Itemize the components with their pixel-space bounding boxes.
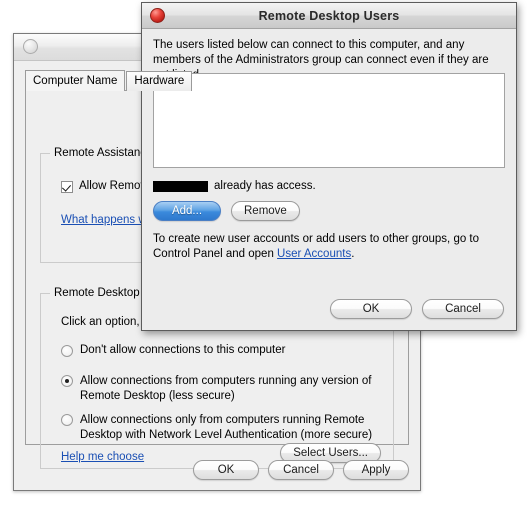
- remote-desktop-users-dialog: Remote Desktop Users The users listed be…: [141, 2, 517, 331]
- dialog-body: The users listed below can connect to th…: [142, 29, 516, 331]
- dialog-footer-buttons: OK Cancel: [330, 299, 504, 319]
- radio-label-nla: Allow connections only from computers ru…: [80, 414, 373, 441]
- access-note: already has access.: [153, 179, 316, 194]
- help-me-choose-link[interactable]: Help me choose: [61, 451, 144, 463]
- close-icon-inactive[interactable]: [23, 39, 38, 54]
- create-accounts-text-after: .: [351, 248, 355, 260]
- dialog-cancel-button[interactable]: Cancel: [422, 299, 504, 319]
- radio-label-any-version: Allow connections from computers running…: [80, 375, 372, 402]
- tab-hardware-label: Hardware: [134, 75, 185, 87]
- remote-desktop-group-label: Remote Desktop: [50, 287, 144, 299]
- remove-button[interactable]: Remove: [231, 201, 300, 221]
- ok-button[interactable]: OK: [193, 460, 259, 480]
- dialog-titlebar: Remote Desktop Users: [142, 3, 516, 29]
- apply-button[interactable]: Apply: [343, 460, 409, 480]
- list-action-buttons: Add... Remove: [153, 201, 300, 221]
- radio-row-nla[interactable]: Allow connections only from computers ru…: [61, 413, 381, 443]
- tab-strip: Computer Name Hardware: [25, 70, 193, 91]
- add-button[interactable]: Add...: [153, 201, 221, 221]
- close-icon[interactable]: [150, 8, 165, 23]
- user-accounts-link[interactable]: User Accounts: [277, 248, 351, 260]
- tab-hardware[interactable]: Hardware: [126, 71, 193, 91]
- dialog-title: Remote Desktop Users: [258, 8, 400, 23]
- tab-computer-name[interactable]: Computer Name: [25, 70, 126, 91]
- dialog-ok-button[interactable]: OK: [330, 299, 412, 319]
- radio-row-dont-allow[interactable]: Don't allow connections to this computer: [61, 344, 381, 357]
- users-listbox[interactable]: [153, 73, 505, 168]
- access-note-text: already has access.: [214, 180, 316, 192]
- create-accounts-note: To create new user accounts or add users…: [153, 232, 502, 262]
- radio-icon[interactable]: [61, 375, 73, 387]
- checkbox-icon[interactable]: [61, 181, 73, 193]
- redacted-username: [153, 181, 208, 192]
- system-properties-footer-buttons: OK Cancel Apply: [193, 460, 409, 480]
- cancel-button[interactable]: Cancel: [268, 460, 334, 480]
- radio-row-any-version[interactable]: Allow connections from computers running…: [61, 374, 381, 404]
- radio-label-dont-allow: Don't allow connections to this computer: [80, 344, 286, 356]
- radio-icon[interactable]: [61, 414, 73, 426]
- radio-icon[interactable]: [61, 345, 73, 357]
- tab-computer-name-label: Computer Name: [33, 75, 118, 87]
